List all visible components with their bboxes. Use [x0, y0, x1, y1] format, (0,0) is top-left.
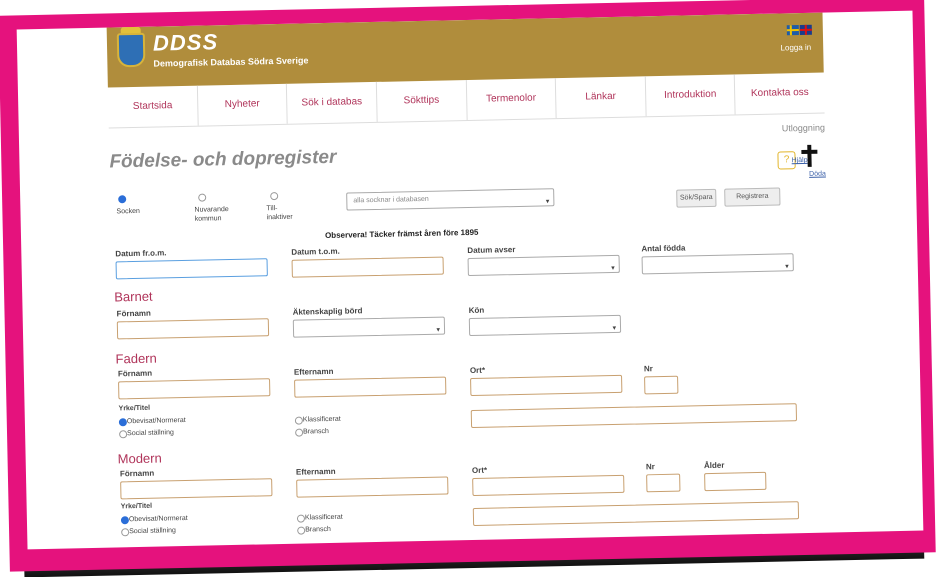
section-modern: Modern [117, 450, 162, 467]
nav-soktips[interactable]: Sökttips [376, 80, 468, 122]
chevron-down-icon: ▾ [612, 324, 617, 333]
section-barnet: Barnet [114, 288, 153, 305]
modern-yrke-input[interactable] [472, 501, 800, 526]
page: DDSS Demografisk Databas Södra Sverige L… [16, 10, 924, 550]
uk-flag-icon[interactable] [799, 24, 812, 36]
radio-tillinaktiver-label: Till-inaktiver [266, 205, 293, 222]
fadern-radio-bransch[interactable] [295, 428, 304, 437]
modern-alder-input[interactable] [704, 471, 767, 492]
nav-startsida[interactable]: Startsida [107, 85, 199, 128]
aktenskaplig-select[interactable]: ▾ [292, 316, 446, 338]
logout-link[interactable]: Utloggning [782, 123, 825, 134]
notice-text: Observera! Täcker främst åren före 1895 [324, 227, 479, 241]
coat-of-arms-icon [116, 32, 146, 68]
fadern-radio-klassificerat-label: Klassificerat [302, 415, 341, 424]
nav-introduktion[interactable]: Introduktion [645, 74, 736, 117]
barnet-fornamn-input[interactable] [116, 318, 270, 340]
datum-avser-select[interactable]: ▾ [467, 254, 620, 277]
radio-socken[interactable] [118, 195, 127, 204]
fadern-efternamn-input[interactable] [294, 376, 447, 398]
chevron-down-icon: ▾ [785, 263, 789, 271]
site-logo[interactable]: DDSS [153, 29, 219, 56]
swedish-flag-icon[interactable] [786, 25, 799, 36]
fadern-fornamn-input[interactable] [118, 378, 271, 400]
modern-efternamn-input[interactable] [296, 476, 449, 498]
antal-fodda-label: Antal födda [641, 243, 686, 254]
cross-icon[interactable] [799, 145, 819, 167]
antal-fodda-select[interactable]: ▾ [641, 253, 794, 275]
datum-tom-label: Datum t.o.m. [291, 246, 340, 257]
nav-kontakt[interactable]: Kontakta oss [735, 73, 824, 115]
datum-avser-label: Datum avser [467, 245, 516, 256]
modern-nr-label: Nr [645, 462, 655, 472]
modern-radio-klassificerat-label: Klassificerat [304, 513, 343, 522]
modern-fornamn-label: Förnamn [119, 468, 155, 479]
fadern-efternamn-label: Efternamn [293, 366, 334, 377]
modern-radio-obevisat[interactable] [120, 516, 130, 525]
kon-select[interactable]: ▾ [468, 314, 622, 337]
parish-select-value: alla socknar i databasen [353, 195, 429, 205]
modern-efternamn-label: Efternamn [295, 466, 336, 477]
radio-tillinaktiver[interactable] [270, 191, 279, 201]
fadern-radio-klassificerat[interactable] [294, 416, 303, 425]
chevron-down-icon: ▾ [436, 326, 441, 334]
modern-nr-input[interactable] [646, 473, 681, 493]
modern-radio-social-label: Social ställning [129, 527, 176, 536]
chevron-down-icon: ▾ [611, 264, 615, 273]
nav-lankar[interactable]: Länkar [555, 76, 647, 119]
fadern-ort-input[interactable] [470, 374, 623, 397]
fadern-radio-obevisat[interactable] [118, 418, 127, 427]
fadern-radio-bransch-label: Bransch [303, 427, 329, 436]
modern-radio-obevisat-label: Obevisat/Normerat [128, 514, 188, 524]
radio-socken-label: Socken [116, 207, 140, 216]
nav-nyheter[interactable]: Nyheter [197, 83, 288, 126]
radio-kommun[interactable] [198, 193, 207, 202]
modern-radio-klassificerat[interactable] [296, 514, 306, 523]
site-tagline: Demografisk Databas Södra Sverige [153, 55, 309, 69]
parish-select[interactable]: alla socknar i databasen ▾ [346, 188, 555, 211]
barnet-fornamn-label: Förnamn [116, 308, 151, 319]
modern-yrke-label: Yrke/Titel [120, 502, 153, 511]
register-button[interactable]: Registrera [724, 187, 781, 207]
content: DDSS Demografisk Databas Södra Sverige L… [106, 12, 834, 548]
radio-kommun-label: Nuvarande kommun [194, 206, 229, 223]
fadern-radio-social-label: Social ställning [127, 429, 174, 438]
page-title: Födelse- och dopregister [109, 146, 337, 173]
fadern-yrke-input[interactable] [470, 403, 798, 429]
modern-ort-label: Ort* [471, 465, 488, 475]
datum-tom-input[interactable] [291, 256, 444, 278]
fadern-fornamn-label: Förnamn [117, 368, 153, 379]
fadern-nr-input[interactable] [644, 375, 679, 395]
modern-radio-bransch-label: Bransch [305, 525, 331, 534]
fadern-radio-social[interactable] [119, 430, 128, 439]
login-link[interactable]: Logga in [780, 43, 811, 53]
datum-from-input[interactable] [115, 258, 268, 280]
language-flags[interactable] [786, 24, 812, 36]
aktenskaplig-label: Äktenskaplig börd [292, 306, 363, 317]
search-button[interactable]: Sök/Spara [676, 188, 717, 208]
nav-termenolor[interactable]: Termenolor [466, 78, 557, 121]
fadern-yrke-label: Yrke/Titel [118, 404, 151, 413]
modern-radio-social[interactable] [121, 528, 130, 537]
datum-from-label: Datum fr.o.m. [115, 248, 167, 259]
fadern-ort-label: Ort* [469, 365, 486, 376]
kon-label: Kön [468, 305, 485, 316]
fadern-radio-obevisat-label: Obevisat/Normerat [126, 416, 186, 426]
chevron-down-icon: ▾ [545, 198, 550, 206]
modern-fornamn-input[interactable] [120, 478, 273, 500]
modern-radio-bransch[interactable] [297, 526, 306, 535]
modern-ort-input[interactable] [472, 474, 625, 496]
fadern-nr-label: Nr [643, 364, 653, 374]
nav-sok[interactable]: Sök i databas [287, 81, 378, 124]
section-fadern: Fadern [115, 350, 157, 367]
modern-alder-label: Ålder [703, 460, 725, 471]
deaths-link[interactable]: Döda [809, 171, 826, 178]
